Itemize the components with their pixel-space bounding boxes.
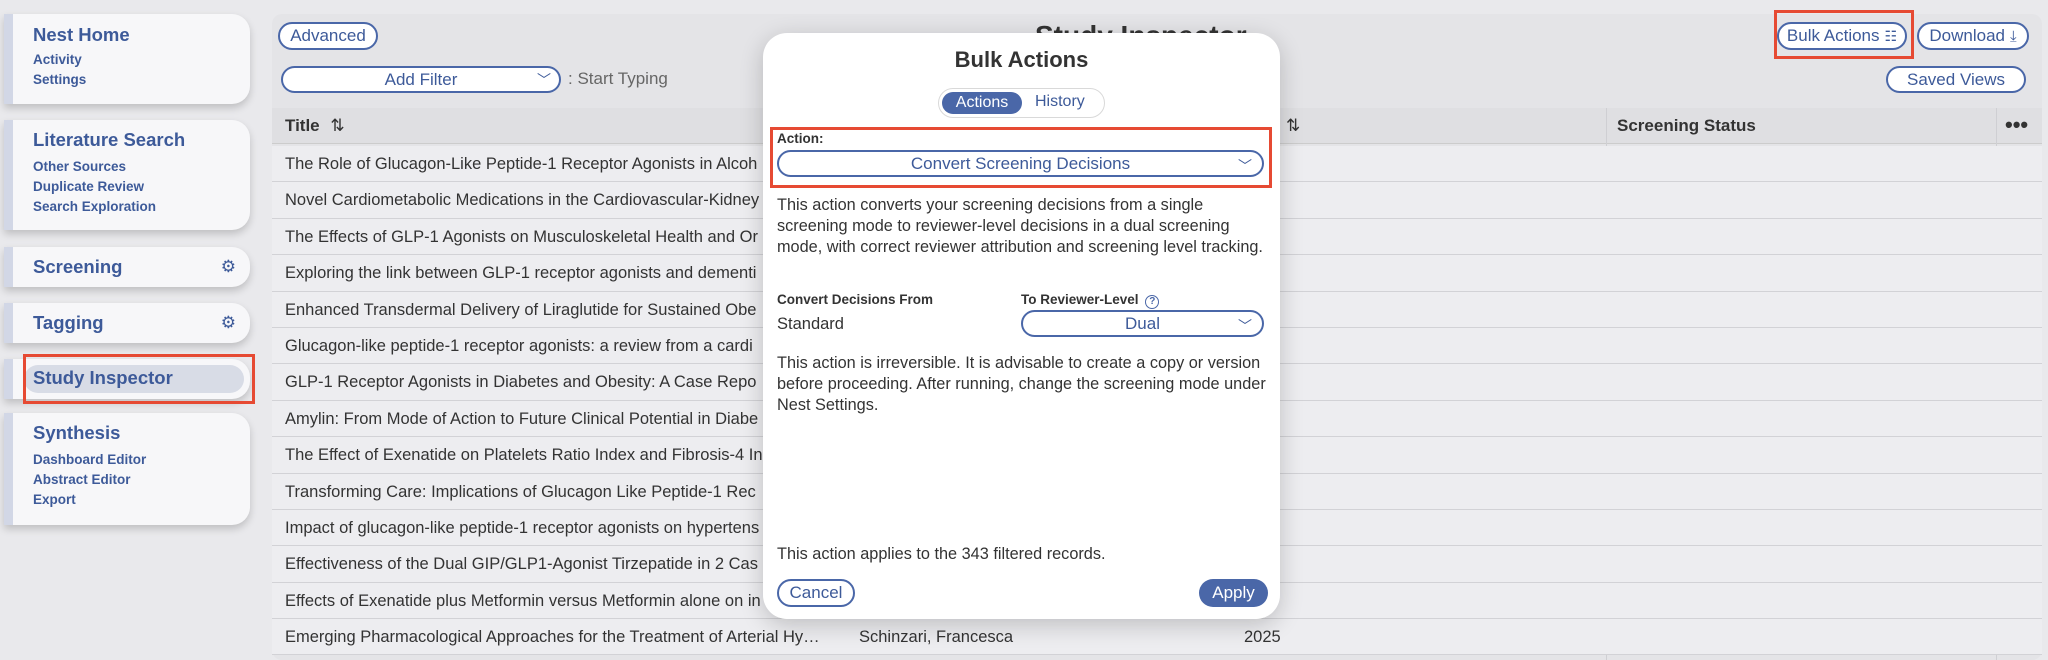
add-filter-dropdown[interactable]: Add Filter ﹀ [281,66,561,93]
row-title: Transforming Care: Implications of Gluca… [285,482,756,501]
sidebar-item-dashboard-editor[interactable]: Dashboard Editor [13,452,250,467]
modal-tabs: Actions History [938,88,1105,118]
row-title: Exploring the link between GLP-1 recepto… [285,264,757,283]
sidebar-item-abstract-editor[interactable]: Abstract Editor [13,472,250,487]
filter-input[interactable]: : Start Typing [568,69,668,89]
row-title: The Effects of GLP-1 Agonists on Musculo… [285,227,758,246]
highlight-box [1774,10,1914,59]
gear-icon[interactable]: ⚙ [221,257,236,277]
to-label: To Reviewer-Level ? [1021,292,1160,309]
modal-title: Bulk Actions [954,47,1089,72]
chevron-down-icon: ﹀ [537,72,551,88]
sidebar-item-other-sources[interactable]: Other Sources [13,159,250,174]
apply-button[interactable]: Apply [1199,579,1268,607]
action-description: This action converts your screening deci… [777,196,1263,256]
sidebar: Nest Home Activity Settings Literature S… [0,0,260,660]
row-title: Enhanced Transdermal Delivery of Liraglu… [285,300,757,319]
download-icon: ⤓ [2009,27,2017,45]
sidebar-item-literature-search[interactable]: Literature Search [13,129,250,151]
row-title: Emerging Pharmacological Approaches for … [285,628,820,647]
screening-card[interactable]: Screening ⚙ [4,247,250,287]
reviewer-level-select[interactable]: Dual ﹀ [1021,310,1264,337]
sidebar-item-synthesis[interactable]: Synthesis [13,422,250,444]
sidebar-item-screening[interactable]: Screening [13,256,250,278]
to-label-text: To Reviewer-Level [1021,292,1139,307]
bulk-actions-modal: Bulk Actions Actions History Action: Con… [763,33,1280,619]
sidebar-item-activity[interactable]: Activity [13,52,250,67]
add-filter-label: Add Filter [384,69,458,89]
row-title: Glucagon-like peptide-1 receptor agonist… [285,336,753,355]
more-icon[interactable]: ••• [2005,112,2028,138]
literature-search-card: Literature Search Other Sources Duplicat… [4,120,250,230]
sort-icon[interactable]: ⇅ [330,116,344,135]
tab-history[interactable]: History [1035,93,1085,111]
column-header-title[interactable]: Title ⇅ [285,116,345,136]
row-title: Amylin: From Mode of Action to Future Cl… [285,409,759,428]
sidebar-item-search-exploration[interactable]: Search Exploration [13,199,250,214]
download-button[interactable]: Download ⤓ [1917,22,2029,50]
sort-icon[interactable]: ⇅ [1286,116,1300,136]
chevron-down-icon: ﹀ [1238,318,1252,334]
highlight-box [770,127,1272,188]
download-label: Download [1929,26,2005,45]
applies-text: This action applies to the 343 filtered … [777,545,1106,563]
row-author: Schinzari, Francesca [859,628,1014,647]
warning-text: This action is irreversible. It is advis… [777,354,1266,414]
row-title: Novel Cardiometabolic Medications in the… [285,191,760,210]
row-title: Effectiveness of the Dual GIP/GLP1-Agoni… [285,555,758,574]
sidebar-item-duplicate-review[interactable]: Duplicate Review [13,179,250,194]
row-title: Impact of glucagon-like peptide-1 recept… [285,518,760,537]
gear-icon[interactable]: ⚙ [221,313,236,333]
tab-actions[interactable]: Actions [942,92,1022,114]
help-icon[interactable]: ? [1145,295,1160,309]
table-row[interactable]: Emerging Pharmacological Approaches for … [272,619,2042,656]
from-label: Convert Decisions From [777,292,934,307]
nest-home-card: Nest Home Activity Settings [4,14,250,104]
cancel-button[interactable]: Cancel [777,579,855,607]
tagging-card[interactable]: Tagging ⚙ [4,303,250,343]
highlight-box [23,354,255,404]
column-header-screening-status[interactable]: Screening Status [1617,116,1756,136]
sidebar-item-nest-home[interactable]: Nest Home [13,24,250,46]
sidebar-item-tagging[interactable]: Tagging [13,312,250,334]
from-value: Standard [777,315,844,333]
row-title: GLP-1 Receptor Agonists in Diabetes and … [285,373,757,392]
sidebar-item-settings[interactable]: Settings [13,72,250,87]
title-header-label: Title [285,116,320,135]
row-title: The Role of Glucagon-Like Peptide-1 Rece… [285,155,758,173]
sidebar-item-export[interactable]: Export [13,492,250,507]
row-title: Effects of Exenatide plus Metformin vers… [285,591,761,610]
synthesis-card: Synthesis Dashboard Editor Abstract Edit… [4,413,250,525]
row-year: 2025 [1244,628,1281,647]
reviewer-level-value: Dual [1125,313,1160,333]
advanced-button[interactable]: Advanced [278,22,378,50]
row-title: The Effect of Exenatide on Platelets Rat… [285,446,763,465]
saved-views-button[interactable]: Saved Views [1886,66,2026,93]
